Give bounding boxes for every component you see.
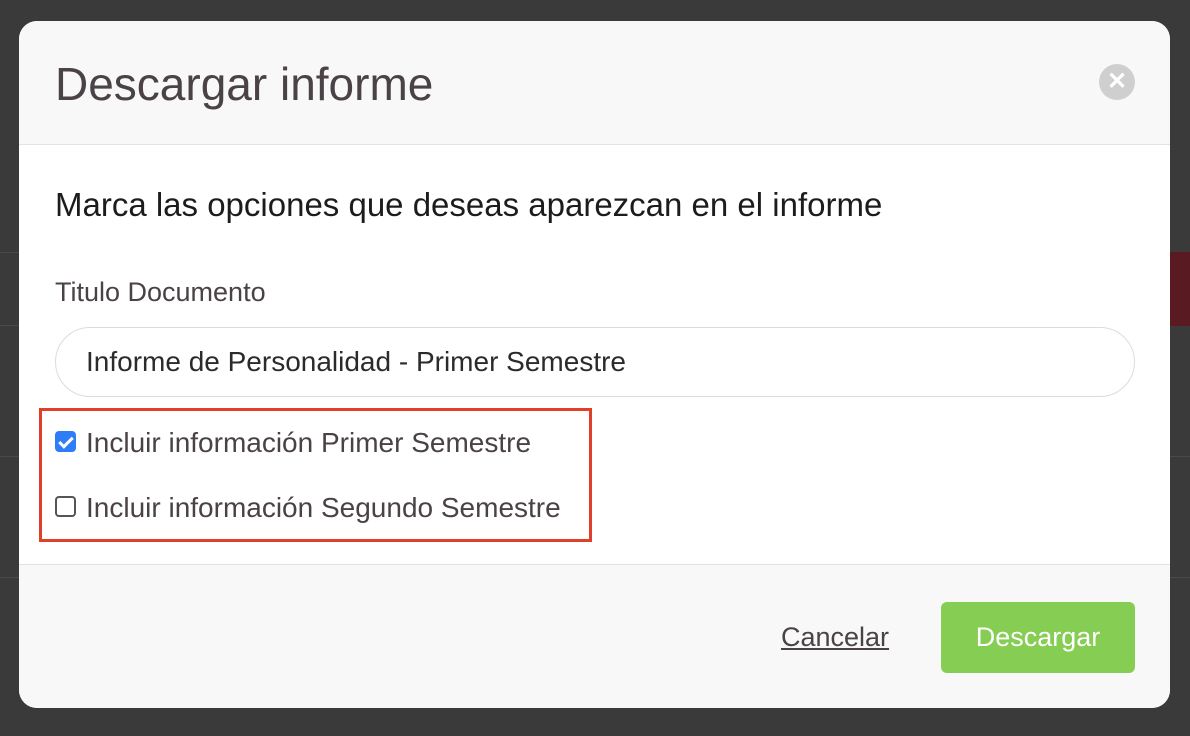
checkbox-unchecked[interactable] [55,495,76,517]
checkbox-checked[interactable] [55,430,76,452]
background-red-button [1170,252,1190,326]
close-icon[interactable]: ✕ [1099,64,1135,100]
modal-header: Descargar informe ✕ [19,21,1170,145]
download-report-modal: Descargar informe ✕ Marca las opciones q… [19,21,1170,708]
download-button[interactable]: Descargar [941,602,1135,673]
document-title-label: Titulo Documento [55,277,266,307]
document-title-input[interactable] [55,327,1135,397]
cancel-link[interactable]: Cancelar [781,620,889,654]
modal-body: Marca las opciones que deseas aparezcan … [19,145,1170,564]
option-second-semester[interactable]: Incluir información Segundo Semestre [55,488,561,528]
modal-footer: Cancelar Descargar [19,564,1170,708]
option-label: Incluir información Primer Semestre [86,427,532,458]
option-label: Incluir información Segundo Semestre [86,492,561,523]
option-first-semester[interactable]: Incluir información Primer Semestre [55,423,531,463]
modal-title: Descargar informe [55,58,434,110]
instructions-text: Marca las opciones que deseas aparezcan … [55,186,883,223]
